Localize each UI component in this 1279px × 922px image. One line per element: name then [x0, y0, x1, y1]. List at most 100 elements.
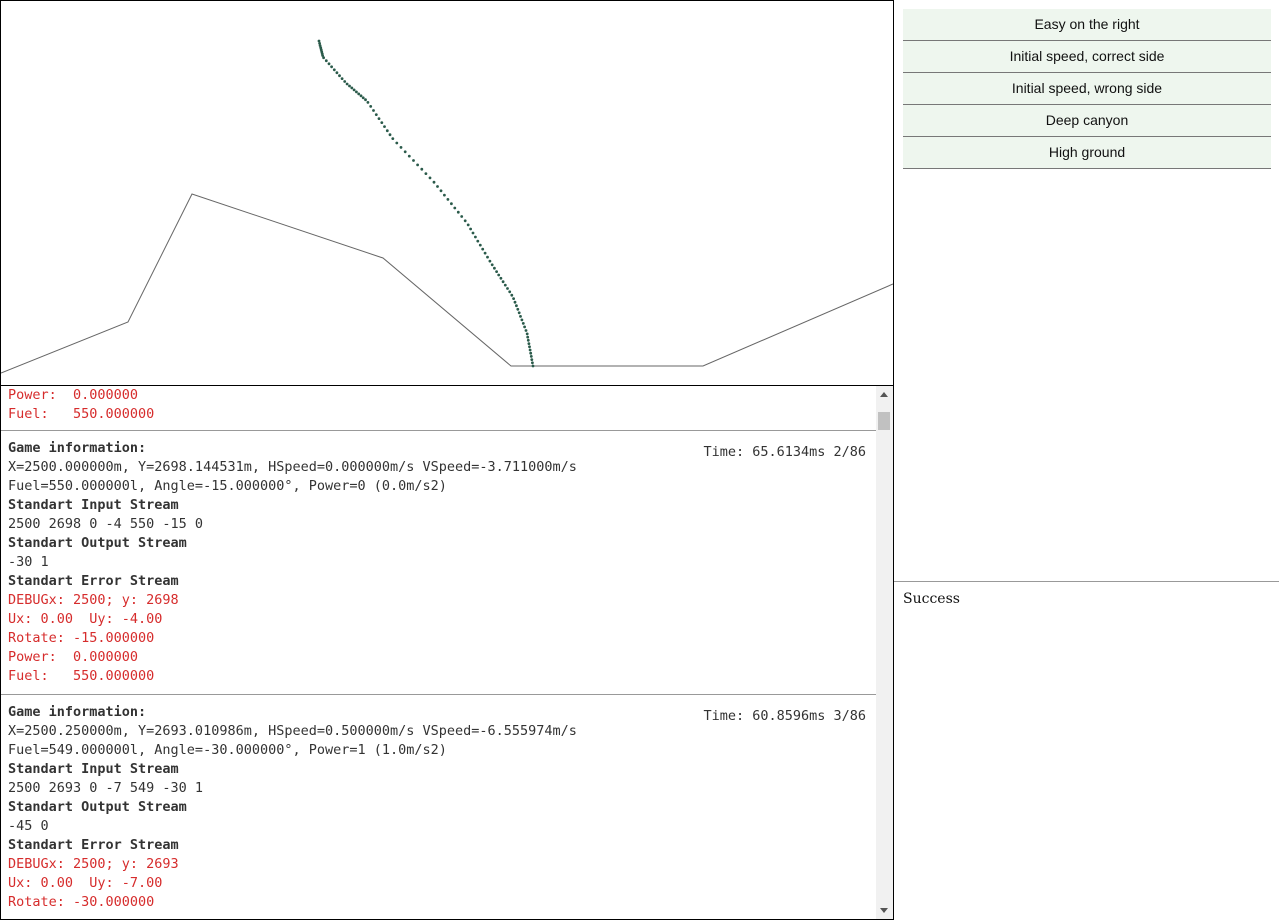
- trajectory-point: [403, 150, 407, 154]
- trajectory-point: [530, 358, 534, 361]
- error-line: Fuel: 550.000000: [8, 668, 155, 684]
- error-label: Standart Error Stream: [8, 837, 179, 853]
- error-line: DEBUGx: 2500; y: 2693: [8, 856, 179, 872]
- trajectory-point: [501, 280, 505, 284]
- output-line: -45 0: [8, 818, 49, 834]
- log-fragment: Power: 0.000000 Fuel: 550.000000: [1, 386, 876, 431]
- trajectory-point: [350, 86, 354, 90]
- trajectory-point: [352, 88, 356, 92]
- trajectory-point: [513, 300, 517, 304]
- input-line: 2500 2693 0 -7 549 -30 1: [8, 780, 204, 796]
- trajectory-point: [524, 329, 528, 332]
- trajectory-point: [529, 355, 533, 358]
- trajectory-point: [486, 255, 489, 259]
- test-case-high-ground[interactable]: High ground: [903, 137, 1271, 169]
- scroll-thumb[interactable]: [878, 412, 890, 430]
- trajectory-point: [377, 117, 381, 120]
- trajectory-point: [383, 125, 386, 128]
- trajectory-point: [416, 163, 419, 167]
- trajectory-point: [343, 80, 347, 83]
- trajectory-point: [357, 92, 361, 96]
- trajectory-point: [364, 98, 367, 102]
- trajectory-point: [399, 146, 403, 149]
- trajectory-point: [322, 56, 325, 60]
- trajectory-point: [332, 68, 336, 72]
- trajectory-point: [520, 318, 524, 322]
- error-line: Ux: 0.00 Uy: -4.00: [8, 611, 163, 627]
- trajectory-point: [407, 154, 411, 158]
- trajectory-point: [395, 141, 399, 145]
- trajectory-point: [471, 231, 475, 235]
- trajectory-point: [506, 287, 509, 290]
- trajectory-point: [324, 59, 328, 63]
- trajectory-point: [453, 206, 457, 210]
- trajectory-point: [527, 342, 531, 345]
- test-case-easy-on-the-right[interactable]: Easy on the right: [903, 9, 1271, 41]
- trajectory-point: [481, 247, 485, 251]
- error-line: Ux: 0.00 Uy: -7.00: [8, 875, 163, 891]
- log-panel[interactable]: Power: 0.000000 Fuel: 550.000000 Time: 6…: [0, 386, 894, 920]
- error-line: Fuel: 550.000000: [8, 406, 155, 422]
- result-divider: [894, 581, 1279, 582]
- trajectory-point: [525, 332, 529, 336]
- scroll-up-arrow-icon[interactable]: [880, 392, 888, 397]
- output-line: -30 1: [8, 554, 49, 570]
- trajectory-point: [380, 121, 384, 124]
- trajectory-point: [478, 243, 482, 247]
- trajectory-point: [460, 215, 464, 218]
- trajectory-point: [523, 325, 526, 329]
- trajectory-point: [521, 322, 525, 325]
- trajectory-point: [374, 113, 378, 116]
- trajectory-point: [531, 361, 534, 365]
- trajectory-point: [512, 297, 515, 300]
- trajectory-point: [469, 227, 472, 231]
- trajectory-point: [317, 39, 321, 43]
- trajectory-point: [369, 105, 373, 108]
- trajectory-point: [503, 283, 507, 287]
- input-label: Standart Input Stream: [8, 761, 179, 777]
- output-label: Standart Output Stream: [8, 535, 187, 551]
- test-case-deep-canyon[interactable]: Deep canyon: [903, 105, 1271, 137]
- test-case-initial-speed-correct-side[interactable]: Initial speed, correct side: [903, 41, 1271, 73]
- trajectory-point: [508, 290, 512, 294]
- log-scrollbar[interactable]: [876, 386, 893, 919]
- error-line: Rotate: -30.000000: [8, 894, 155, 910]
- trajectory-point: [432, 180, 436, 184]
- turn-time: Time: 65.6134ms 2/86: [703, 444, 866, 460]
- error-line: Rotate: -15.000000: [8, 630, 155, 646]
- trajectory-point: [526, 338, 530, 342]
- game-canvas: [1, 39, 893, 374]
- trajectory-point: [439, 189, 443, 193]
- trajectory-point: [335, 71, 339, 75]
- trajectory-point: [424, 172, 428, 176]
- trajectory-point: [366, 101, 370, 104]
- trajectory-point: [428, 176, 432, 180]
- trajectory-point: [355, 90, 358, 94]
- lander-trajectory: [317, 39, 535, 368]
- trajectory-point: [528, 345, 531, 349]
- trajectory-point: [474, 235, 477, 239]
- error-line: Power: 0.000000: [8, 649, 139, 665]
- trajectory-point: [515, 304, 518, 308]
- trajectory-point: [463, 219, 467, 223]
- trajectory-point: [526, 335, 530, 339]
- input-line: 2500 2698 0 -4 550 -15 0: [8, 516, 204, 532]
- turn-entry: Time: 65.6134ms 2/86 Game information: X…: [1, 431, 876, 695]
- result-status: Success: [903, 591, 960, 607]
- output-label: Standart Output Stream: [8, 799, 187, 815]
- trajectory-point: [495, 270, 498, 273]
- trajectory-point: [443, 193, 446, 197]
- trajectory-point: [510, 293, 514, 297]
- info-line: Fuel=550.000000l, Angle=-15.000000°, Pow…: [8, 478, 447, 494]
- error-label: Standart Error Stream: [8, 573, 179, 589]
- test-case-initial-speed-wrong-side[interactable]: Initial speed, wrong side: [903, 73, 1271, 105]
- error-line: Power: 0.000000: [8, 387, 139, 403]
- trajectory-point: [531, 364, 535, 368]
- trajectory-point: [391, 137, 395, 141]
- trajectory-point: [516, 307, 520, 311]
- game-viewport: [0, 0, 894, 386]
- trajectory-point: [327, 62, 331, 66]
- trajectory-point: [466, 223, 470, 227]
- trajectory-point: [529, 351, 533, 355]
- scroll-down-arrow-icon[interactable]: [880, 908, 888, 913]
